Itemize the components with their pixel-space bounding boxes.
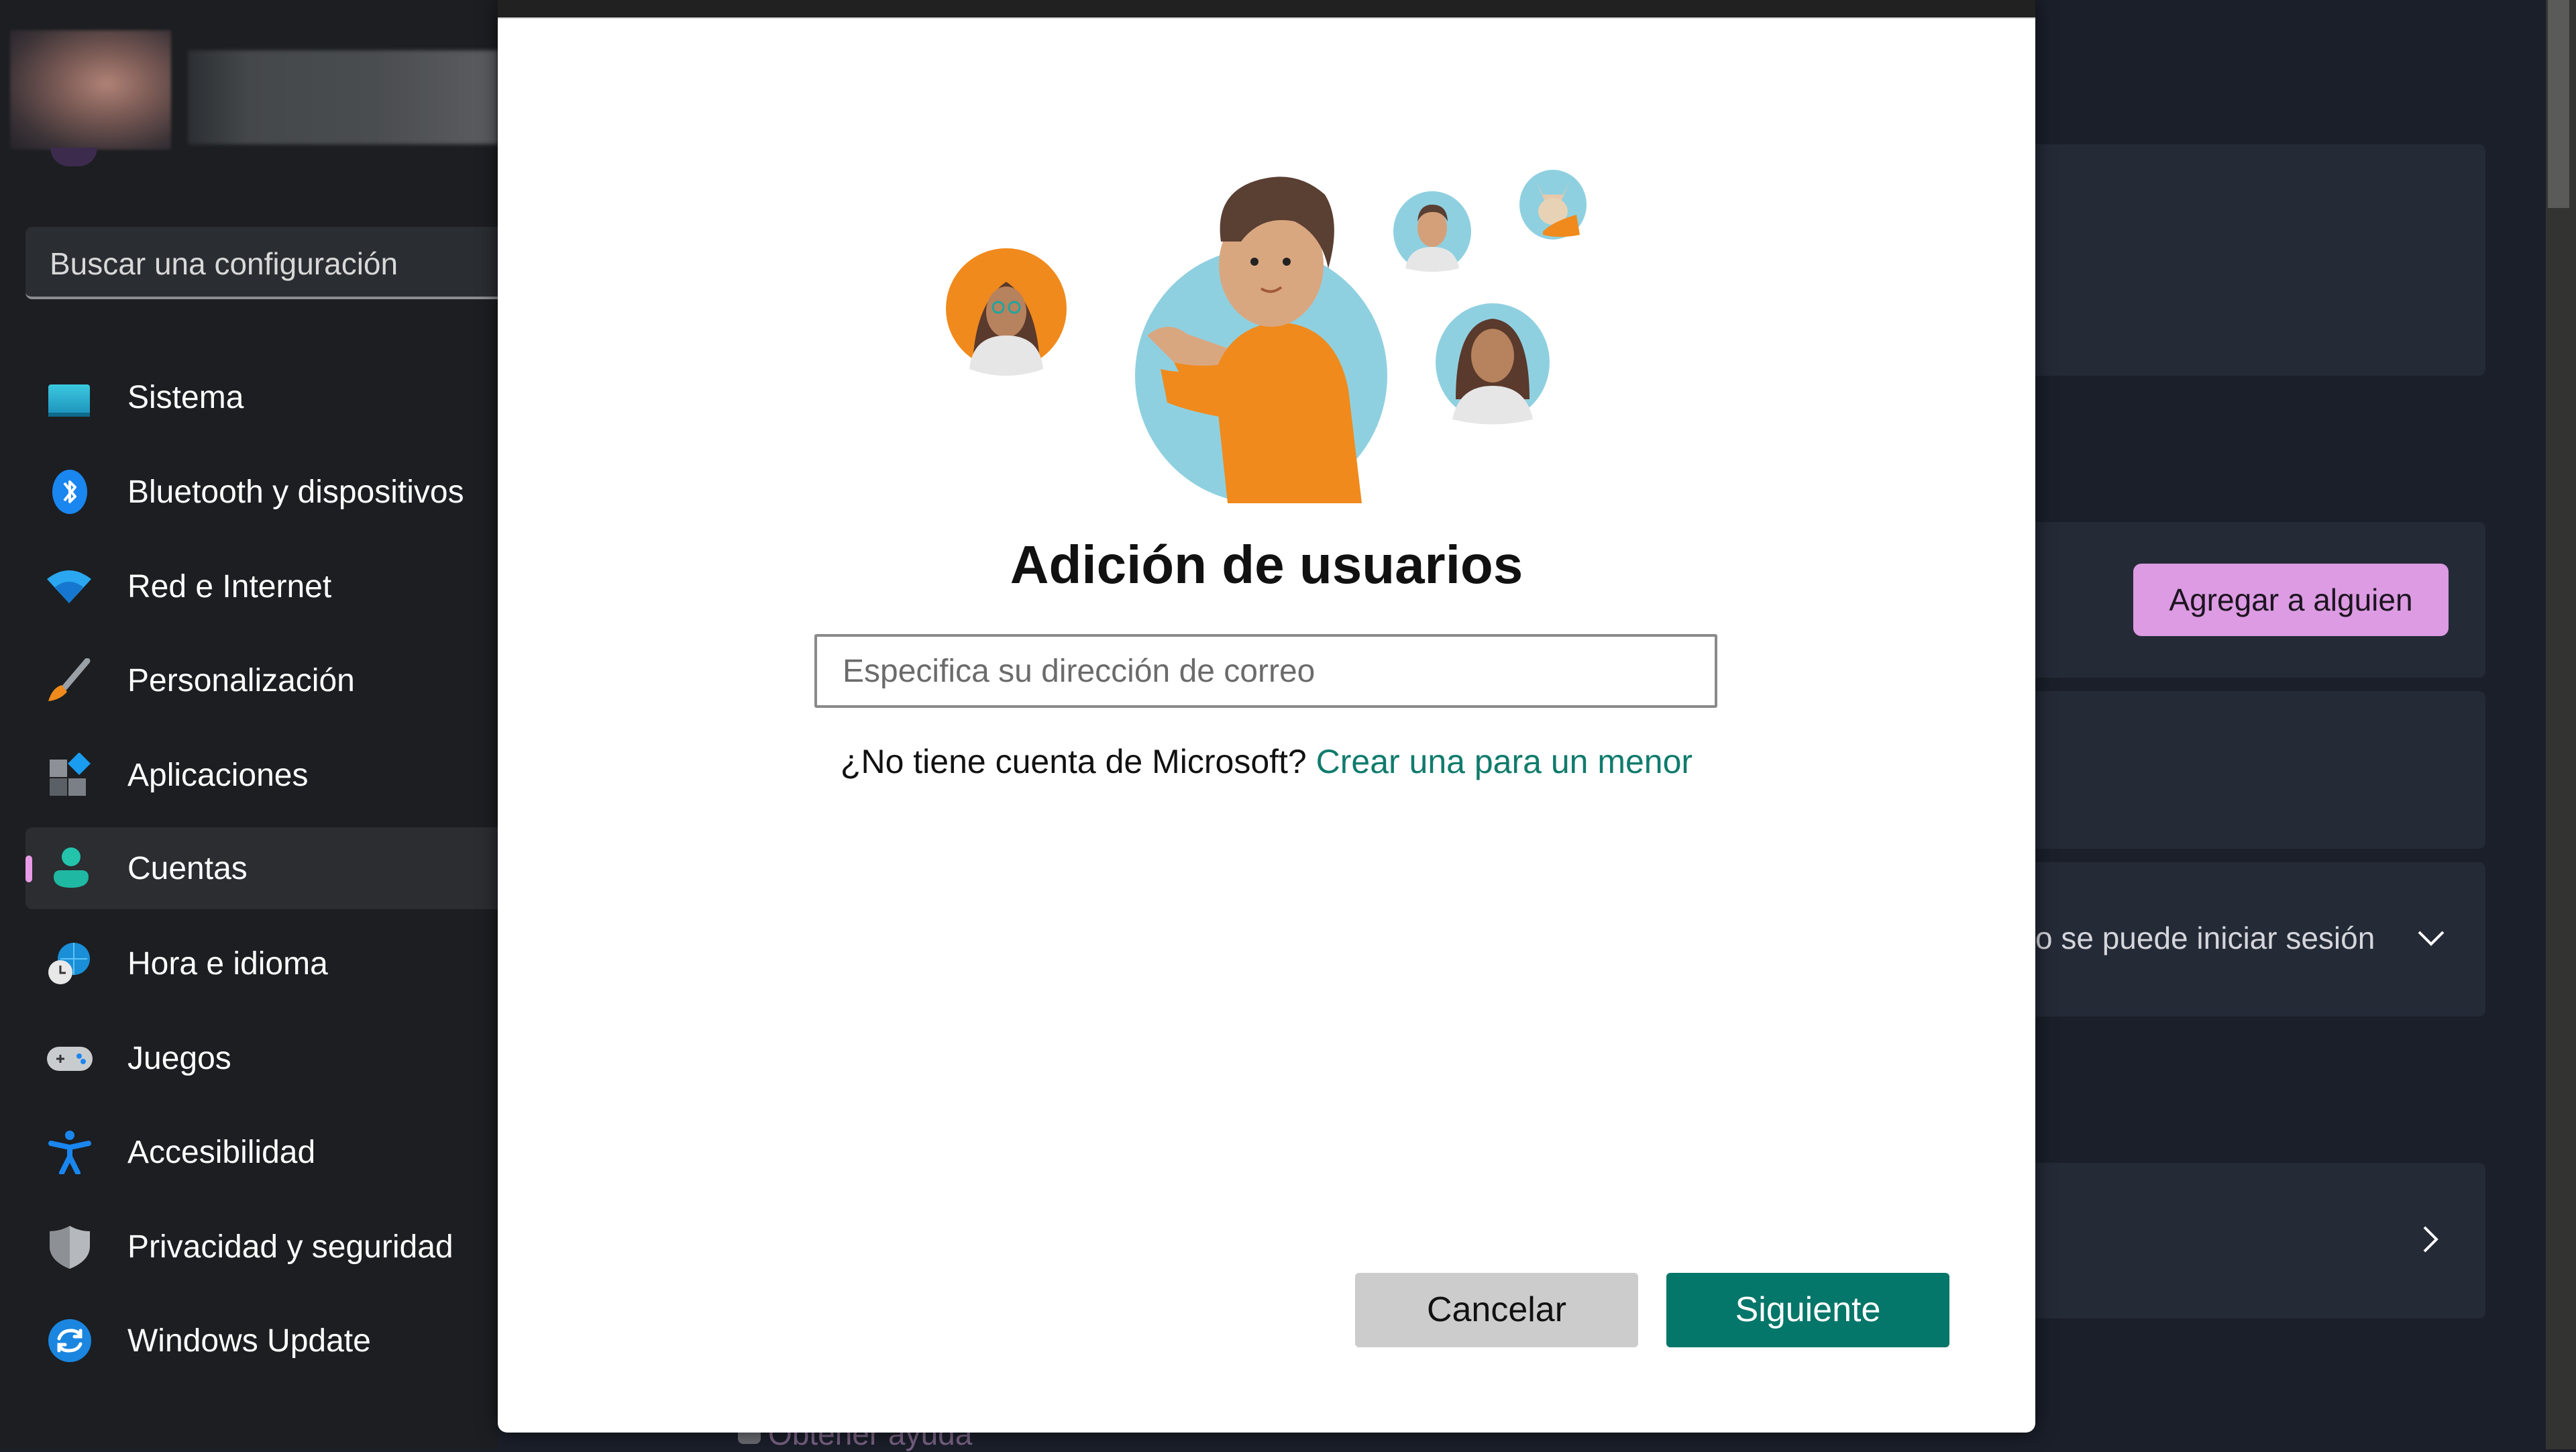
no-account-line: ¿No tiene cuenta de Microsoft? Crear una… [498,742,2035,781]
globe-clock-icon [48,943,90,984]
sidebar-item-label: Windows Update [127,1323,371,1359]
sidebar-item-bluetooth[interactable]: Bluetooth y dispositivos [25,451,498,533]
sidebar-item-label: Sistema [127,380,244,415]
avatar-woman-icon [1436,303,1550,425]
content-scrollbar[interactable] [2546,0,2576,1449]
sidebar-item-cuentas[interactable]: Cuentas [25,827,498,909]
signin-row-text: o se puede iniciar sesión [2035,921,2375,955]
monitor-icon [48,384,90,417]
add-someone-button[interactable]: Agregar a alguien [2133,564,2449,636]
no-account-text: ¿No tiene cuenta de Microsoft? [840,743,1316,780]
chevron-down-icon[interactable] [2416,929,2446,948]
accounts-content-pane: Agregar a alguien o se puede iniciar ses… [2035,0,2545,1449]
shield-icon [50,1226,90,1269]
settings-card [2035,691,2485,849]
person-icon [54,847,89,888]
user-avatar[interactable] [10,30,171,150]
wifi-icon [47,570,91,603]
sidebar-item-juegos[interactable]: Juegos [25,1017,498,1099]
sync-icon [48,1319,91,1362]
cancel-button[interactable]: Cancelar [1355,1273,1638,1347]
settings-card [2035,144,2485,376]
user-name-redacted [188,50,498,144]
chevron-right-icon[interactable] [2422,1225,2440,1254]
next-button[interactable]: Siguiente [1666,1273,1949,1347]
sidebar-item-label: Red e Internet [127,569,332,605]
sidebar-item-label: Privacidad y seguridad [127,1229,453,1265]
search-placeholder: Buscar una configuración [50,246,398,281]
settings-search-input[interactable]: Buscar una configuración [25,227,508,299]
gamepad-icon [47,1047,93,1071]
email-input[interactable] [814,634,1717,708]
sidebar-item-label: Juegos [127,1041,231,1076]
sidebar-item-red[interactable]: Red e Internet [25,546,498,627]
sidebar-item-label: Personalización [127,663,355,698]
accessibility-icon [48,1131,91,1174]
sidebar-item-sistema[interactable]: Sistema [25,356,498,438]
sidebar-item-windows-update[interactable]: Windows Update [25,1300,498,1382]
sidebar-item-personalizacion[interactable]: Personalización [25,639,498,721]
avatar-dog-icon [1519,170,1587,240]
sidebar-item-label: Accesibilidad [127,1135,316,1170]
dialog-title: Adición de usuarios [1010,535,1523,594]
apps-icon [50,753,91,796]
create-child-account-link[interactable]: Crear una para un menor [1316,743,1693,780]
selected-indicator [25,855,32,882]
avatar-boy-icon [1393,191,1471,272]
user-avatar-base [50,148,97,166]
sidebar-item-label: Bluetooth y dispositivos [127,474,464,510]
add-user-card: Agregar a alguien [2035,522,2485,678]
sidebar-item-accesibilidad[interactable]: Accesibilidad [25,1111,498,1193]
signin-expander-row[interactable]: o se puede iniciar sesión [2035,862,2485,1017]
scrollbar-thumb[interactable] [2548,0,2569,208]
sidebar-item-privacidad[interactable]: Privacidad y seguridad [25,1206,498,1288]
add-users-illustration [946,170,1587,503]
sidebar-item-aplicaciones[interactable]: Aplicaciones [25,734,498,816]
avatar-woman-glasses-icon [946,248,1067,376]
bluetooth-icon [52,470,87,514]
settings-link-row[interactable] [2035,1163,2485,1318]
dialog-titlebar [498,0,2035,19]
sidebar-item-hora-idioma[interactable]: Hora e idioma [25,923,498,1004]
settings-sidebar: Buscar una configuración Sistema Bluetoo… [0,0,508,1449]
sidebar-item-label: Aplicaciones [127,758,309,793]
paintbrush-icon [48,658,91,701]
sidebar-item-label: Cuentas [127,851,248,886]
add-user-dialog: Adición de usuarios ¿No tiene cuenta de … [498,0,2035,1433]
main-person-icon [1135,176,1387,503]
sidebar-item-label: Hora e idioma [127,946,328,982]
